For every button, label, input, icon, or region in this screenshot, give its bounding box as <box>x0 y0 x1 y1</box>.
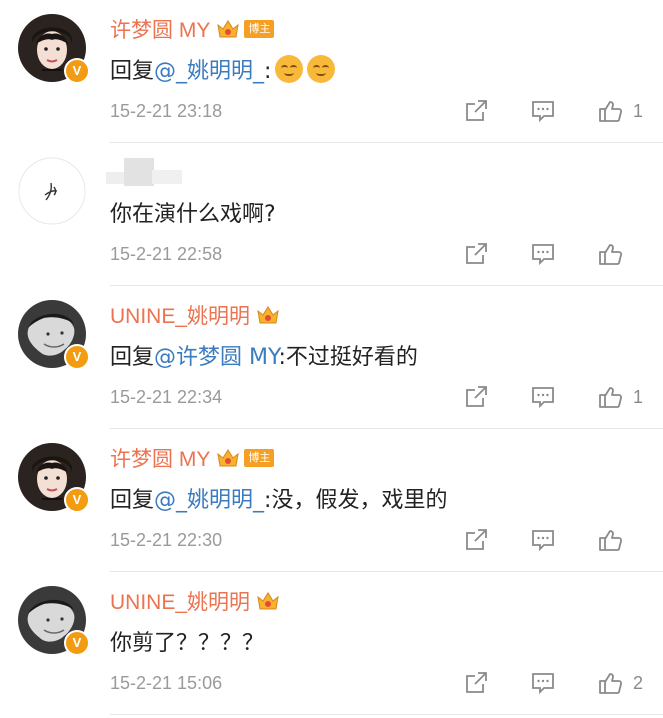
author-tag: 博主 <box>244 449 275 467</box>
thumbs-up-icon <box>599 530 623 551</box>
comment-icon <box>532 673 554 695</box>
comment-item: V 许梦圆 MY 博主回复@_姚明明_:没，假发，戏里的 15-2-21 22:30 <box>0 429 663 572</box>
blurred-username <box>106 158 182 186</box>
comment-text: 回复@_姚明明_:没，假发，戏里的 <box>110 482 447 514</box>
comment-item: V 许梦圆 MY 博主回复@_姚明明_: 15-2-21 23:18 1 <box>0 0 663 143</box>
share-button[interactable] <box>461 96 491 126</box>
reply-button[interactable] <box>528 96 558 126</box>
comment-item: 你在演什么戏啊? 15-2-21 22:58 <box>0 143 663 286</box>
comment-body: 你剪了？？？？ <box>110 631 265 656</box>
comment-text: 回复@_姚明明_: <box>110 53 336 85</box>
share-icon <box>466 529 487 550</box>
comment-icon <box>532 101 554 123</box>
like-button[interactable] <box>595 382 625 412</box>
like-button[interactable] <box>595 668 625 698</box>
comment-item: V UNINE_姚明明回复@许梦圆 MY:不过挺好看的 15-2-21 22:34 1 <box>0 286 663 429</box>
comment-icon <box>532 387 554 409</box>
mention-link[interactable]: @_姚明明_ <box>154 488 264 513</box>
thumbs-up-icon <box>599 673 623 694</box>
verified-badge-icon: V <box>64 487 90 513</box>
avatar[interactable]: V <box>18 300 90 370</box>
username[interactable]: UNINE_姚明明 <box>110 586 250 616</box>
crown-icon <box>217 20 240 38</box>
like-button[interactable] <box>595 96 625 126</box>
reply-prefix: 回复 <box>110 345 155 370</box>
comment-body: 你在演什么戏啊? <box>110 202 276 227</box>
comment-list: V 许梦圆 MY 博主 回复@_姚明明_: 15-2-21 23:18 1 你在演什么戏啊?… <box>0 0 663 715</box>
comment-text: 回复@许梦圆 MY:不过挺好看的 <box>110 339 418 371</box>
share-button[interactable] <box>461 525 491 555</box>
mention-link[interactable]: @_姚明明_ <box>154 59 264 84</box>
comment-header: UNINE_姚明明 <box>110 585 280 617</box>
comment-actions: 2 <box>461 668 663 698</box>
thumbs-up-icon <box>599 101 623 122</box>
smile-emoji-icon <box>307 55 336 83</box>
verified-badge-icon: V <box>64 630 90 656</box>
like-button[interactable] <box>595 239 625 269</box>
avatar[interactable]: V <box>18 443 90 513</box>
divider <box>110 714 663 715</box>
timestamp: 15-2-21 22:34 <box>110 387 223 407</box>
reply-prefix: 回复 <box>110 59 155 84</box>
username[interactable]: 许梦圆 MY <box>110 14 210 44</box>
avatar[interactable]: V <box>18 586 90 656</box>
mention-link[interactable]: @许梦圆 MY <box>154 345 279 370</box>
comment-body: : <box>264 59 272 84</box>
reply-button[interactable] <box>528 239 558 269</box>
reply-button[interactable] <box>528 525 558 555</box>
comment-header: 许梦圆 MY 博主 <box>110 13 275 45</box>
avatar[interactable] <box>18 157 86 225</box>
share-button[interactable] <box>461 668 491 698</box>
comment-text: 你在演什么戏啊? <box>110 196 276 228</box>
comment-body: :不过挺好看的 <box>278 345 418 370</box>
comment-actions <box>461 239 663 269</box>
avatar[interactable]: V <box>18 14 90 84</box>
comment-header: UNINE_姚明明 <box>110 299 280 331</box>
timestamp: 15-2-21 15:06 <box>110 673 223 693</box>
share-button[interactable] <box>461 382 491 412</box>
timestamp: 15-2-21 22:58 <box>110 244 223 264</box>
comment-item: V UNINE_姚明明你剪了？？？？ 15-2-21 15:06 2 <box>0 572 663 715</box>
share-icon <box>466 243 487 264</box>
like-count: 2 <box>633 672 644 693</box>
username[interactable]: UNINE_姚明明 <box>110 300 250 330</box>
thumbs-up-icon <box>599 387 623 408</box>
comment-body: :没，假发，戏里的 <box>264 488 448 513</box>
comment-icon <box>532 244 554 266</box>
comment-text: 你剪了？？？？ <box>110 625 264 657</box>
reply-prefix: 回复 <box>110 488 155 513</box>
comment-actions: 1 <box>461 382 663 412</box>
verified-badge-icon: V <box>64 58 90 84</box>
comment-icon <box>532 530 554 552</box>
smile-emoji-icon <box>275 55 304 83</box>
comment-actions <box>461 525 663 555</box>
share-icon <box>466 100 487 121</box>
reply-button[interactable] <box>528 668 558 698</box>
comment-actions: 1 <box>461 96 663 126</box>
username[interactable]: 许梦圆 MY <box>110 443 210 473</box>
crown-icon <box>257 592 279 610</box>
like-button[interactable] <box>595 525 625 555</box>
reply-button[interactable] <box>528 382 558 412</box>
share-icon <box>466 386 487 407</box>
author-tag: 博主 <box>244 20 275 38</box>
share-icon <box>466 672 487 693</box>
like-count: 1 <box>633 100 644 121</box>
share-button[interactable] <box>461 239 491 269</box>
like-count: 1 <box>633 386 644 407</box>
timestamp: 15-2-21 22:30 <box>110 530 223 550</box>
timestamp: 15-2-21 23:18 <box>110 101 223 121</box>
crown-icon <box>257 306 279 324</box>
comment-header: 许梦圆 MY 博主 <box>110 442 275 474</box>
crown-icon <box>217 449 240 467</box>
verified-badge-icon: V <box>64 344 90 370</box>
thumbs-up-icon <box>599 244 623 265</box>
